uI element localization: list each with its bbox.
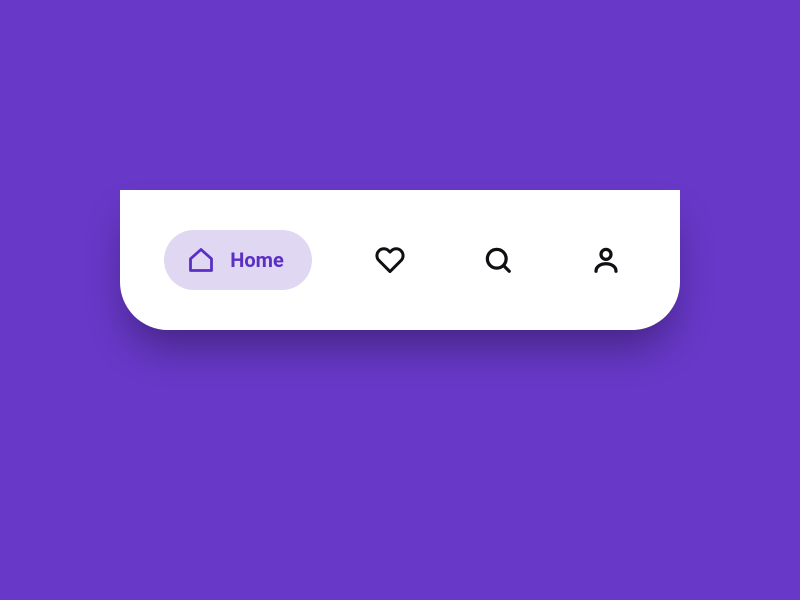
nav-item-search[interactable] bbox=[468, 230, 528, 290]
nav-item-home[interactable]: Home bbox=[164, 230, 312, 290]
nav-item-profile[interactable] bbox=[576, 230, 636, 290]
nav-item-label: Home bbox=[230, 248, 284, 272]
bottom-nav-bar: Home bbox=[120, 190, 680, 330]
search-icon bbox=[483, 245, 513, 275]
heart-icon bbox=[375, 245, 405, 275]
user-icon bbox=[591, 245, 621, 275]
nav-item-favorites[interactable] bbox=[360, 230, 420, 290]
home-icon bbox=[186, 245, 216, 275]
